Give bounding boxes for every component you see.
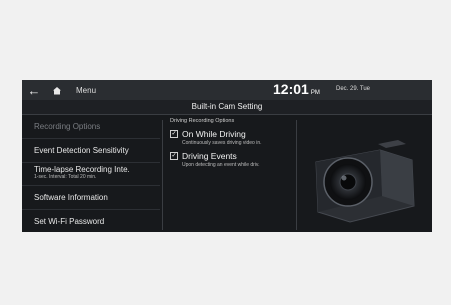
back-arrow-icon[interactable]: ←	[22, 83, 46, 98]
clock-time: 12:01	[273, 81, 309, 97]
clock: 12:01 PM	[273, 81, 320, 97]
option-on-while-driving[interactable]: ✓ On While Driving Continuously saves dr…	[170, 129, 292, 146]
infotainment-screen: ← Menu 12:01 PM Dec. 29. Tue Built-in Cam…	[22, 80, 432, 232]
driving-recording-options-panel: Driving Recording Options ✓ On While Dri…	[170, 118, 292, 168]
option-driving-events[interactable]: ✓ Driving Events Upon detecting an event…	[170, 151, 292, 168]
page-title: Built-in Cam Setting	[22, 100, 432, 115]
option-description: Continuously saves driving video in.	[182, 140, 262, 146]
sidebar-item-label: Event Detection Sensitivity	[34, 146, 129, 155]
sidebar-item-label: Recording Options	[34, 122, 101, 131]
date-display: Dec. 29. Tue	[336, 86, 371, 92]
option-title: On While Driving	[182, 129, 246, 139]
dashcam-image	[302, 120, 426, 230]
checkbox-checked-icon[interactable]: ✓	[170, 130, 178, 138]
sidebar-item-label: Set Wi-Fi Password	[34, 217, 105, 226]
clock-ampm: PM	[310, 90, 320, 96]
sidebar-item-set-wifi-password[interactable]: Set Wi-Fi Password	[22, 210, 160, 232]
settings-sidebar: Recording Options Event Detection Sensit…	[22, 115, 160, 232]
sidebar-item-event-detection-sensitivity[interactable]: Event Detection Sensitivity	[22, 139, 160, 163]
sidebar-item-time-lapse-recording-interval[interactable]: Time-lapse Recording Inte. 1-sec. Interv…	[22, 163, 160, 186]
sidebar-item-software-information[interactable]: Software Information	[22, 186, 160, 210]
home-icon[interactable]	[46, 86, 68, 95]
sidebar-item-label: Time-lapse Recording Inte.	[34, 165, 130, 174]
top-bar: ← Menu 12:01 PM Dec. 29. Tue	[22, 80, 432, 100]
sidebar-item-sublabel: 1-sec. Interval: Total 20 min.	[34, 174, 97, 180]
option-description: Upon detecting an event while driv.	[182, 162, 260, 168]
sidebar-item-label: Software Information	[34, 193, 108, 202]
divider	[296, 120, 297, 230]
menu-button[interactable]: Menu	[72, 84, 100, 97]
sidebar-item-recording-options[interactable]: Recording Options	[22, 115, 160, 139]
divider	[162, 120, 163, 230]
option-title: Driving Events	[182, 151, 237, 161]
section-header: Driving Recording Options	[170, 118, 235, 124]
checkbox-checked-icon[interactable]: ✓	[170, 152, 178, 160]
